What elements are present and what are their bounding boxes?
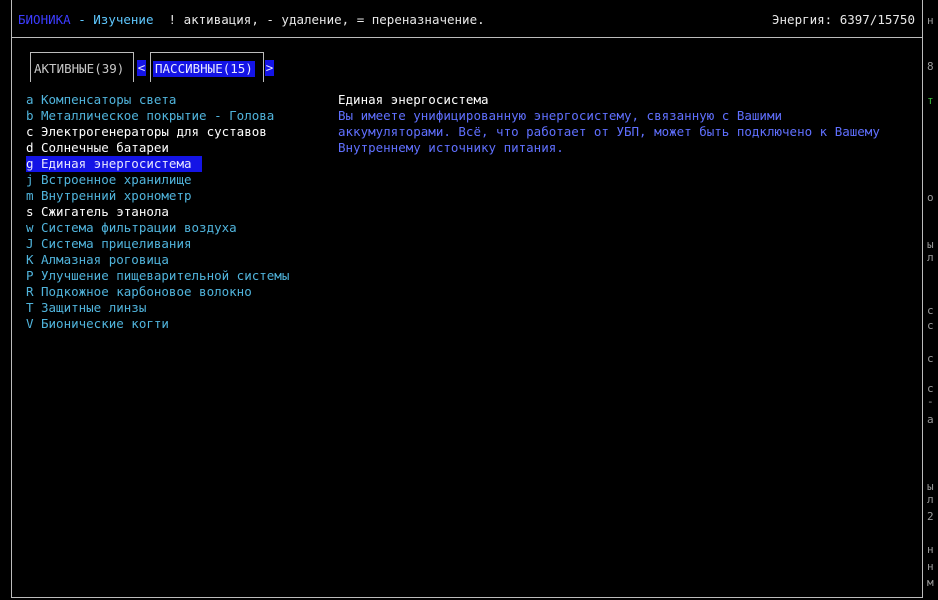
item-name: Система фильтрации воздуха [41,220,237,235]
item-hotkey: g [26,156,34,171]
item-name: Защитные линзы [41,300,147,315]
prev-tab-arrow-icon[interactable]: < [137,60,146,76]
right-edge-overflow-text: н8тоылсссс-аыл2ннм [927,10,938,600]
detail-description: Вы имеете унифицированную энергосистему,… [338,108,880,155]
item-hotkey: P [26,268,34,283]
item-name: Улучшение пищеварительной системы [41,268,290,283]
item-name: Компенсаторы света [41,92,177,107]
item-name: Алмазная роговица [41,252,169,267]
item-name: Внутренний хронометр [41,188,192,203]
item-name: Встроенное хранилище [41,172,192,187]
edge-fragment: л [927,493,934,506]
edge-fragment: с [927,352,934,365]
header-separator [11,37,923,38]
edge-fragment: т [927,94,934,107]
tab-passive-label: ПАССИВНЫЕ(15) [153,61,255,77]
item-hotkey: m [26,188,34,203]
item-hotkey: J [26,236,34,251]
item-hotkey: w [26,220,34,235]
edge-fragment: с [927,304,934,317]
edge-fragment: а [927,413,934,426]
item-name: Электрогенераторы для суставов [41,124,267,139]
edge-fragment: 8 [927,60,934,73]
edge-fragment: 2 [927,510,934,523]
item-name: Единая энергосистема [41,156,192,171]
item-name: Металлическое покрытие - Голова [41,108,275,123]
edge-fragment: н [927,543,934,556]
energy-readout: Энергия: 6397/15750 [772,12,915,27]
edge-fragment: ы [927,480,934,493]
list-item[interactable]: m Внутренний хронометр [26,188,289,204]
list-item[interactable]: R Подкожное карбоновое волокно [26,284,289,300]
title-mode: - Изучение [78,12,154,27]
tab-passive-bionics[interactable]: ПАССИВНЫЕ(15) [150,52,264,82]
item-hotkey: s [26,204,34,219]
edge-fragment: н [927,14,934,27]
detail-panel: Единая энергосистема Вы имеете унифициро… [338,92,918,156]
window-title: БИОНИКА - Изучение ! активация, - удален… [18,12,485,28]
tab-active-label: АКТИВНЫЕ(39) [34,61,125,76]
item-hotkey: R [26,284,34,299]
edge-fragment: с [927,319,934,332]
item-hotkey: T [26,300,34,315]
item-name: Система прицеливания [41,236,192,251]
item-hotkey: b [26,108,34,123]
item-hotkey: j [26,172,34,187]
list-item[interactable]: g Единая энергосистема [26,156,202,172]
list-item[interactable]: c Электрогенераторы для суставов [26,124,289,140]
list-item[interactable]: w Система фильтрации воздуха [26,220,289,236]
edge-fragment: л [927,251,934,264]
list-item[interactable]: V Бионические когти [26,316,289,332]
next-tab-arrow-icon[interactable]: > [265,60,274,76]
list-item[interactable]: T Защитные линзы [26,300,289,316]
item-hotkey: V [26,316,34,331]
item-name: Подкожное карбоновое волокно [41,284,252,299]
item-hotkey: d [26,140,34,155]
edge-fragment: н [927,560,934,573]
edge-fragment: с [927,382,934,395]
list-item[interactable]: J Система прицеливания [26,236,289,252]
item-hotkey: c [26,124,34,139]
list-item[interactable]: K Алмазная роговица [26,252,289,268]
item-name: Солнечные батареи [41,140,169,155]
item-hotkey: K [26,252,34,267]
edge-fragment: ы [927,238,934,251]
edge-fragment: м [927,576,934,589]
bionic-list: a Компенсаторы света b Металлическое покрыт… [26,92,289,332]
tab-active-bionics[interactable]: АКТИВНЫЕ(39) [30,52,134,82]
item-name: Сжигатель этанола [41,204,169,219]
list-item[interactable]: j Встроенное хранилище [26,172,289,188]
edge-fragment: о [927,191,934,204]
edge-fragment: - [927,395,934,408]
title-app: БИОНИКА [18,12,71,27]
list-item[interactable]: P Улучшение пищеварительной системы [26,268,289,284]
detail-title: Единая энергосистема [338,92,489,107]
item-hotkey: a [26,92,34,107]
item-name: Бионические когти [41,316,169,331]
key-help: ! активация, - удаление, = переназначени… [168,12,485,27]
list-item[interactable]: d Солнечные батареи [26,140,289,156]
list-item[interactable]: a Компенсаторы света [26,92,289,108]
list-item[interactable]: s Сжигатель этанола [26,204,289,220]
list-item[interactable]: b Металлическое покрытие - Голова [26,108,289,124]
